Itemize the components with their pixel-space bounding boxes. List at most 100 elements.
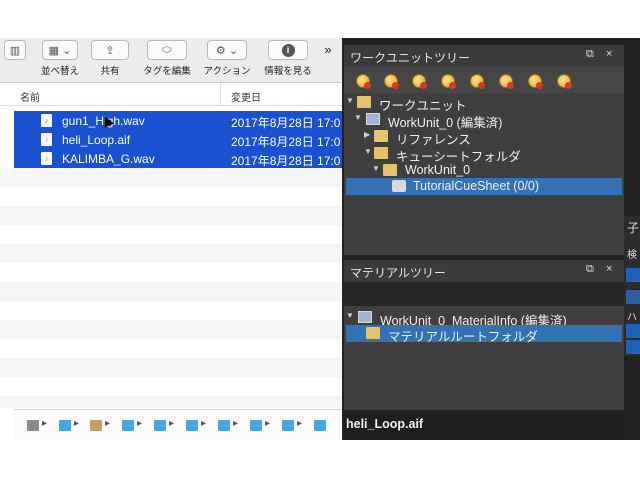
action-button[interactable]: ⚙ ⌄ アクション	[200, 40, 254, 77]
path-chevron-icon: ▸	[74, 418, 80, 429]
side-panel-row[interactable]	[626, 340, 640, 354]
empty-row	[0, 282, 342, 301]
folder-icon	[383, 164, 397, 176]
new-item-icon[interactable]	[412, 74, 427, 89]
audio-file-icon: ♪	[41, 133, 52, 146]
path-chevron-icon: ▸	[297, 418, 303, 429]
new-item-icon[interactable]	[356, 74, 371, 89]
file-date: 2017年8月28日 17:0	[231, 116, 341, 130]
audio-file-icon: ♪	[41, 152, 52, 165]
tree-item-label: WorkUnit_0	[405, 163, 471, 177]
material-tree-titlebar: マテリアルツリー ⧉ ×	[344, 260, 624, 282]
tree-item-cuesheet-folder[interactable]: ▼ キューシートフォルダ	[346, 145, 622, 164]
share-icon: ⇪	[91, 40, 129, 60]
folder-icon	[357, 96, 371, 108]
column-name-header[interactable]: 名前	[20, 89, 40, 104]
side-panel-row[interactable]	[626, 268, 640, 282]
folder-icon[interactable]	[282, 420, 294, 431]
path-chevron-icon: ▸	[105, 418, 111, 429]
gear-icon: ⚙ ⌄	[207, 40, 247, 60]
empty-row	[0, 187, 342, 206]
folder-icon[interactable]	[250, 420, 262, 431]
folder-icon[interactable]	[59, 420, 71, 431]
folder-icon[interactable]	[314, 420, 326, 431]
share-label: 共有	[100, 66, 120, 77]
close-panel-icon[interactable]: ×	[606, 48, 612, 60]
cuesheet-icon	[392, 180, 406, 192]
tree-item-cuesheet[interactable]: TutorialCueSheet (0/0)	[346, 178, 622, 195]
material-info-panel: heli_Loop.aif	[344, 415, 624, 440]
new-item-icon[interactable]	[441, 74, 456, 89]
side-panel-row[interactable]	[626, 324, 640, 338]
new-item-icon[interactable]	[499, 74, 514, 89]
sort-button[interactable]: ▦ ⌄ 並べ替え	[40, 40, 80, 77]
file-row[interactable]: ♪ heli_Loop.aif 2017年8月28日 17:0	[14, 130, 342, 149]
new-item-icon[interactable]	[384, 74, 399, 89]
expand-arrow-icon[interactable]: ▼	[354, 113, 362, 122]
path-bar: ▸ ▸ ▸ ▸ ▸ ▸ ▸ ▸ ▸	[14, 409, 342, 440]
folder-icon[interactable]	[154, 420, 166, 431]
file-name: heli_Loop.aif	[62, 133, 131, 147]
collapse-arrow-icon[interactable]: ▶	[364, 130, 370, 139]
file-row[interactable]: ♪ KALIMBA_G.wav 2017年8月28日 17:0	[14, 149, 342, 168]
folder-icon[interactable]	[122, 420, 134, 431]
folder-icon	[374, 130, 388, 142]
close-panel-icon[interactable]: ×	[606, 263, 612, 275]
empty-row	[0, 358, 342, 377]
column-divider[interactable]	[220, 83, 221, 105]
float-panel-icon[interactable]: ⧉	[586, 48, 594, 61]
workunit-tree-titlebar: ワークユニットツリー ⧉ ×	[344, 45, 624, 67]
sort-grid-icon: ▦ ⌄	[42, 40, 78, 60]
file-name: KALIMBA_G.wav	[62, 152, 155, 166]
new-item-icon[interactable]	[557, 74, 572, 89]
toolbar-overflow-icon[interactable]: »	[320, 42, 336, 57]
empty-row	[0, 206, 342, 225]
tag-button[interactable]: ⬭ タグを編集	[140, 40, 194, 77]
info-filename: heli_Loop.aif	[346, 417, 424, 431]
workunit-tree-title: ワークユニットツリー	[350, 51, 471, 65]
column-modified-header[interactable]: 変更日	[231, 89, 261, 104]
action-label: アクション	[203, 66, 251, 77]
hard-disk-icon[interactable]	[27, 420, 39, 431]
finder-toolbar: ▥ ▦ ⌄ 並べ替え ⇪ 共有 ⬭ タグを編集 ⚙ ⌄ アクション i 情報を見…	[0, 38, 342, 83]
empty-row	[0, 339, 342, 358]
tree-item-workunit[interactable]: ▼ WorkUnit_0 (編集済)	[346, 111, 622, 130]
share-button[interactable]: ⇪ 共有	[90, 40, 130, 77]
expand-arrow-icon[interactable]: ▼	[346, 311, 354, 320]
expand-arrow-icon[interactable]: ▼	[372, 164, 380, 173]
tree-item-material-root-folder[interactable]: マテリアルルートフォルダ	[346, 325, 622, 344]
folder-icon	[366, 327, 380, 339]
path-chevron-icon: ▸	[42, 418, 48, 429]
tree-item-workunit-root[interactable]: ▼ ワークユニット	[346, 94, 622, 113]
workunit-icon	[358, 311, 372, 323]
float-panel-icon[interactable]: ⧉	[586, 263, 594, 276]
side-panel-row-label: ハ	[627, 312, 637, 323]
file-date: 2017年8月28日 17:0	[231, 135, 341, 149]
tree-item-materialinfo[interactable]: ▼ WorkUnit_0_MaterialInfo (編集済)	[346, 309, 622, 328]
empty-row	[0, 320, 342, 339]
tree-item-reference[interactable]: ▶ リファレンス	[346, 128, 622, 147]
new-item-icon[interactable]	[470, 74, 485, 89]
info-icon: i	[268, 40, 308, 60]
folder-icon[interactable]	[186, 420, 198, 431]
folder-icon[interactable]	[218, 420, 230, 431]
empty-row	[0, 396, 342, 408]
info-label: 情報を見る	[264, 66, 312, 77]
view-toggle[interactable]: ▥	[4, 40, 26, 60]
home-icon[interactable]	[90, 420, 102, 431]
empty-row	[0, 225, 342, 244]
path-chevron-icon: ▸	[169, 418, 175, 429]
expand-arrow-icon[interactable]: ▼	[364, 147, 372, 156]
material-tree-title: マテリアルツリー	[350, 266, 446, 280]
expand-arrow-icon[interactable]: ▼	[346, 96, 354, 105]
side-panel-row[interactable]	[626, 290, 640, 304]
folder-icon	[374, 147, 388, 159]
file-row[interactable]: ♪ gun1_High.wav 2017年8月28日 17:0	[14, 111, 342, 130]
empty-row	[0, 244, 342, 263]
path-chevron-icon: ▸	[265, 418, 271, 429]
info-button[interactable]: i 情報を見る	[258, 40, 318, 77]
tree-item-workunit-child[interactable]: ▼ WorkUnit_0	[346, 162, 622, 179]
new-item-icon[interactable]	[528, 74, 543, 89]
finder-window: ▥ ▦ ⌄ 並べ替え ⇪ 共有 ⬭ タグを編集 ⚙ ⌄ アクション i 情報を見…	[0, 38, 342, 440]
file-list: ♪ gun1_High.wav 2017年8月28日 17:0 ♪ heli_L…	[0, 108, 342, 408]
